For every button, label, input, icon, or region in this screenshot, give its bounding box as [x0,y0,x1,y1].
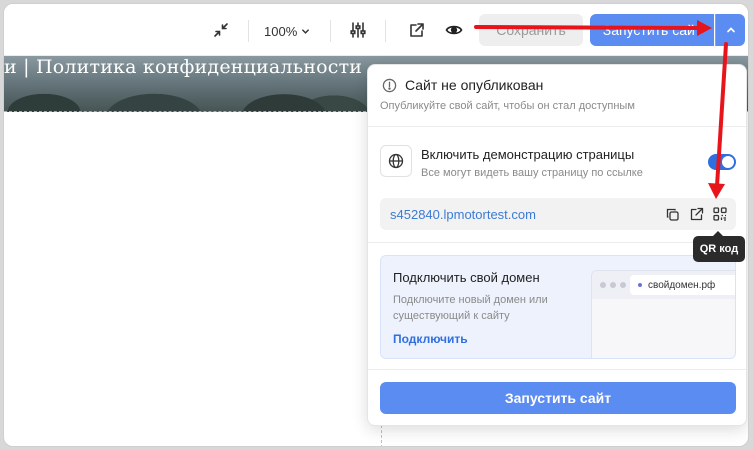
publish-panel: Сайт не опубликован Опубликуйте свой сай… [367,64,747,426]
domain-description: Подключите новый домен или существующий … [393,294,548,322]
toolbar-divider [330,20,331,42]
globe-icon [380,145,412,177]
status-subtitle: Опубликуйте свой сайт, чтобы он стал дос… [380,100,635,112]
mock-browser-bar: свойдомен.рф [592,271,735,299]
open-external-icon[interactable] [404,18,428,42]
divider [368,242,746,243]
hero-text: и | Политика конфиденциальности [4,56,363,78]
domain-title: Подключить свой домен [393,270,540,285]
mock-address-bar: свойдомен.рф [630,275,735,295]
zoom-label: 100% [264,24,298,39]
collapse-icon[interactable] [209,18,233,42]
mock-domain-text: свойдомен.рф [648,279,716,291]
demo-title: Включить демонстрацию страницы [421,147,635,162]
toolbar-divider [385,20,386,42]
screenshot-frame: 100% Сохранить Запустить сайт и | Полити… [0,0,753,450]
site-url-field: s452840.lpmotortest.com [380,198,736,230]
demo-toggle[interactable] [708,154,736,170]
qr-code-icon[interactable] [711,205,729,223]
editor-window: 100% Сохранить Запустить сайт и | Полити… [3,3,749,447]
site-url-link[interactable]: s452840.lpmotortest.com [390,207,536,222]
info-icon [382,78,397,92]
open-link-icon[interactable] [687,205,705,223]
save-button[interactable]: Сохранить [479,14,583,46]
chevron-down-icon [302,29,310,34]
lock-icon [638,283,642,287]
editor-toolbar: 100% Сохранить Запустить сайт [4,4,748,56]
launch-site-button[interactable]: Запустить сайт [590,14,714,46]
browser-mockup-illustration: свойдомен.рф [591,270,735,358]
connect-domain-link[interactable]: Подключить [393,332,468,346]
demo-subtitle: Все могут видеть вашу страницу по ссылке [421,167,643,179]
launch-options-toggle[interactable] [715,14,745,46]
divider [368,369,746,370]
publish-status: Сайт не опубликован [382,77,543,93]
preview-eye-icon[interactable] [442,18,466,42]
custom-domain-card: Подключить свой домен Подключите новый д… [380,255,736,359]
toolbar-divider [248,20,249,42]
divider [368,126,746,127]
copy-icon[interactable] [663,205,681,223]
qr-tooltip: QR код [693,231,745,262]
zoom-select[interactable]: 100% [264,24,310,39]
chevron-up-icon [726,27,735,33]
status-title: Сайт не опубликован [405,77,544,93]
panel-launch-button[interactable]: Запустить сайт [380,382,736,414]
window-dots-icon [600,282,626,288]
settings-sliders-icon[interactable] [346,18,370,42]
